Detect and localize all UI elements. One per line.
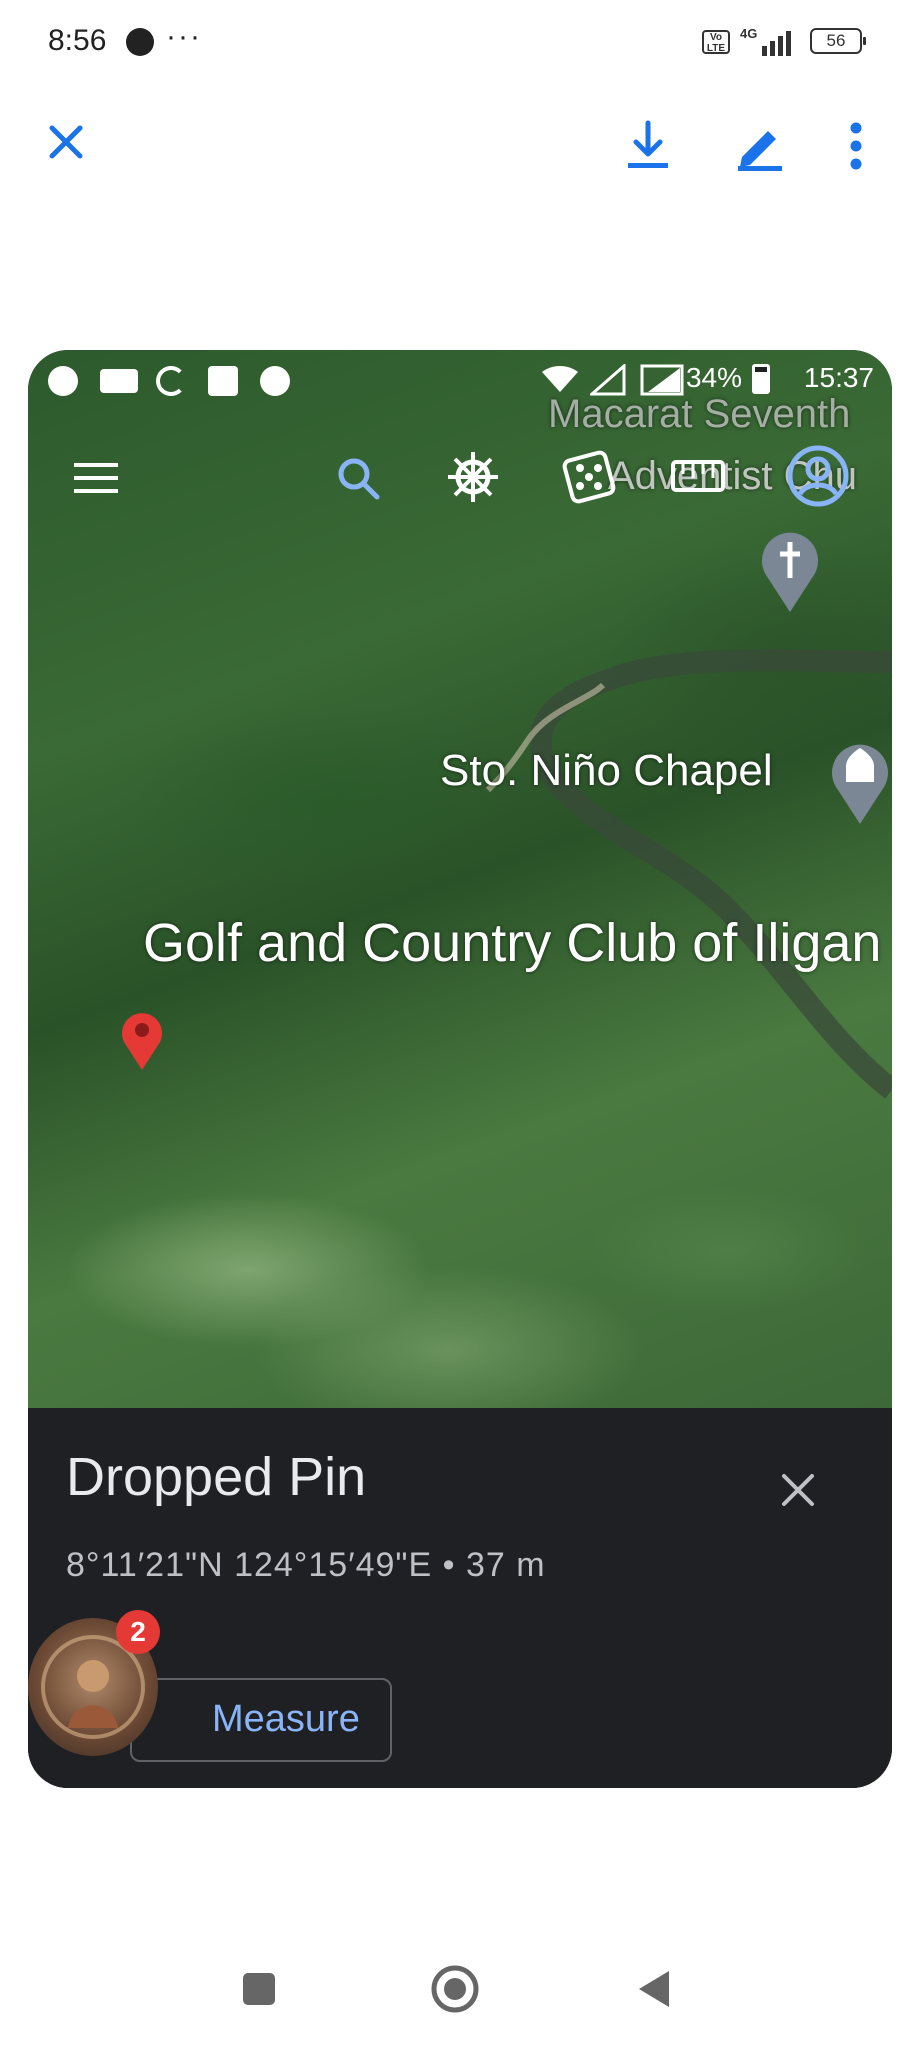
download-button[interactable] — [618, 112, 678, 180]
edit-icon — [738, 131, 782, 171]
ruler-icon — [671, 460, 725, 492]
satellite-map[interactable]: 34% 15:37 Macarat Seventh Adventist Chu … — [28, 350, 892, 1408]
volte-icon: Vo LTE — [702, 30, 730, 54]
place-info-sheet: Dropped Pin 8°11′21"N 124°15′49"E • 37 m… — [28, 1408, 892, 1788]
wifi-icon — [542, 366, 578, 392]
menu-button[interactable] — [64, 446, 128, 510]
close-icon — [782, 1474, 814, 1506]
recents-icon — [243, 1973, 275, 2005]
place-coordinates: 8°11′21"N 124°15′49"E • 37 m — [66, 1546, 546, 1584]
messenger-icon — [48, 366, 78, 396]
more-vert-icon — [850, 122, 862, 170]
battery-icon — [752, 364, 770, 394]
messenger-icon — [126, 28, 154, 56]
chapel-marker-icon[interactable] — [828, 736, 892, 826]
search-icon — [338, 458, 380, 500]
menu-icon — [74, 463, 118, 493]
map-label-golf: Golf and Country Club of Iligan — [143, 913, 882, 973]
status-time: 8:56 — [48, 24, 107, 57]
alert-icon — [208, 366, 238, 396]
status-bar: 8:56 ··· Vo LTE 4G 56 — [0, 0, 921, 86]
chat-head-badge: 2 — [116, 1610, 160, 1654]
account-icon — [787, 445, 849, 507]
voyager-button[interactable] — [438, 442, 508, 512]
church-marker-icon[interactable] — [758, 528, 822, 614]
map-label-chapel: Sto. Niño Chapel — [440, 746, 773, 795]
account-button[interactable] — [778, 436, 858, 516]
dice-icon — [562, 450, 616, 504]
inner-time: 15:37 — [803, 362, 874, 393]
back-icon — [639, 1971, 669, 2007]
close-icon — [49, 125, 83, 159]
measure-tool-button[interactable] — [666, 446, 730, 506]
map-label-macarat: Macarat Seventh — [548, 392, 851, 436]
search-button[interactable] — [326, 446, 390, 510]
youtube-icon — [100, 369, 138, 393]
recents-button[interactable] — [224, 1954, 294, 2024]
battery-indicator: 56 — [810, 28, 866, 54]
sheet-close-button[interactable] — [774, 1466, 822, 1514]
feeling-lucky-button[interactable] — [554, 442, 624, 512]
measure-button[interactable]: Measure — [130, 1678, 392, 1762]
measure-label: Measure — [212, 1698, 360, 1740]
network-type: 4G — [740, 26, 758, 41]
embedded-screenshot: 34% 15:37 Macarat Seventh Adventist Chu … — [28, 350, 892, 1788]
status-overflow: ··· — [166, 20, 202, 53]
app-icon — [260, 366, 290, 396]
edit-button[interactable] — [728, 112, 792, 180]
c-icon — [156, 366, 186, 396]
close-button[interactable] — [36, 112, 96, 172]
home-button[interactable] — [420, 1954, 490, 2024]
signal-icon — [762, 28, 791, 56]
inner-battery: 34% — [685, 362, 742, 393]
more-options-button[interactable] — [836, 112, 876, 180]
place-title: Dropped Pin — [66, 1447, 367, 1507]
home-icon — [431, 1965, 479, 2013]
voyager-wheel-icon — [448, 452, 498, 502]
dropped-pin-icon[interactable] — [118, 1008, 166, 1072]
back-button[interactable] — [618, 1954, 688, 2024]
download-icon — [628, 120, 668, 168]
